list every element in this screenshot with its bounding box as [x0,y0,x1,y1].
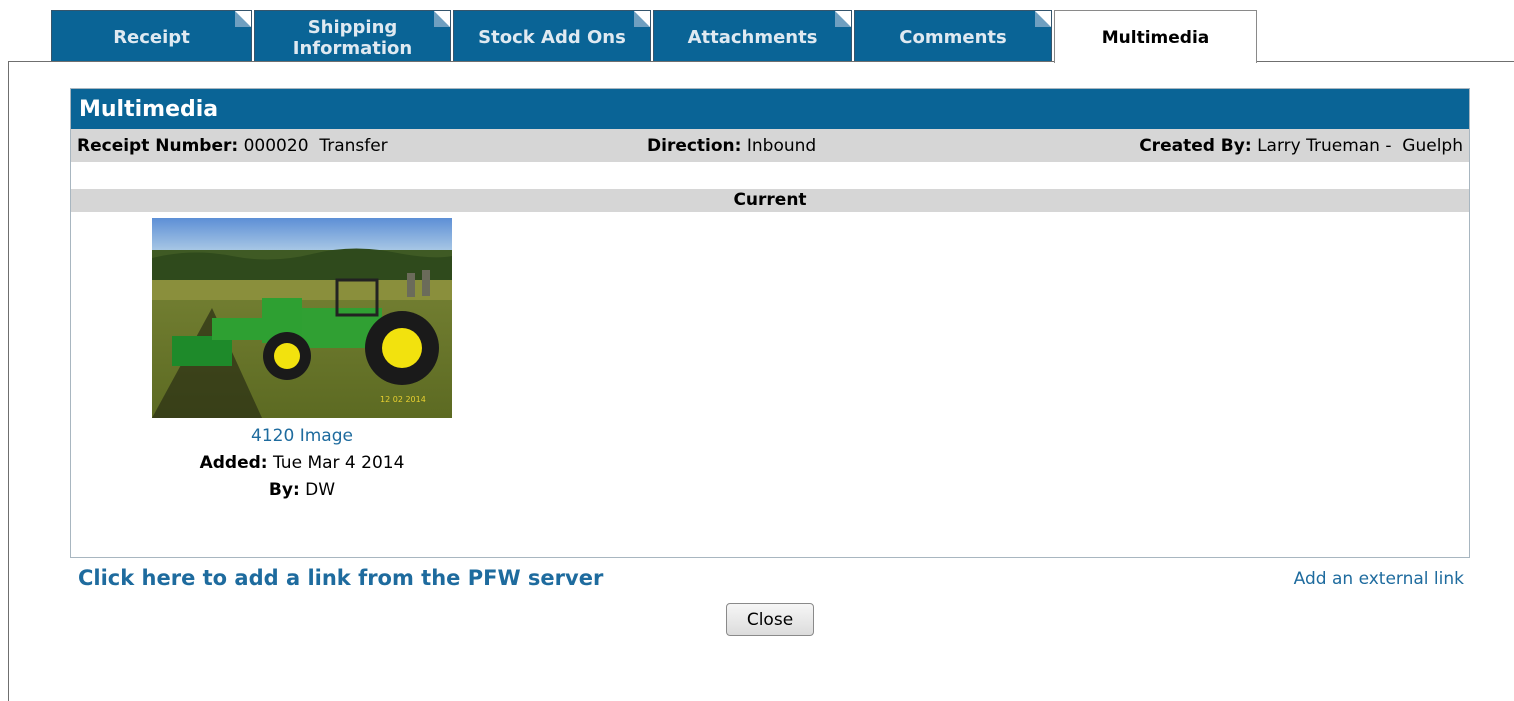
tab-stock-add-ons-label: Stock Add Ons [478,27,626,48]
media-item: 12 02 2014 4120 Image Added: Tue Mar 4 2… [152,218,452,500]
direction-value: Inbound [746,135,817,156]
added-label: Added: [199,453,268,473]
panel-title: Multimedia [71,89,1469,129]
created-by: Created By: Larry Trueman - Guelph [1139,136,1463,156]
tab-bar: Receipt Shipping Information Stock Add O… [51,10,1259,63]
current-section-header: Current [71,189,1469,212]
tab-shipping-label: Shipping Information [293,17,412,59]
created-by-label: Created By: [1139,135,1252,156]
by-label: By: [268,480,300,500]
multimedia-panel: Multimedia Receipt Number: 000020 Transf… [70,88,1470,558]
tab-corner-fold [235,11,251,27]
add-external-link[interactable]: Add an external link [1294,569,1464,589]
tractor-image-thumbnail[interactable]: 12 02 2014 [152,218,452,418]
tab-shipping-information[interactable]: Shipping Information [254,10,451,62]
tab-shipping-label-line2: Information [292,37,413,59]
receipt-number-label: Receipt Number: [77,135,239,156]
close-button[interactable]: Close [726,603,814,636]
media-by: By: DW [152,480,452,500]
tab-shipping-label-line1: Shipping [307,16,398,38]
direction-label: Direction: [647,135,742,156]
tab-attachments[interactable]: Attachments [653,10,852,62]
tab-attachments-label: Attachments [687,27,818,48]
thumb-date-stamp: 12 02 2014 [380,395,426,404]
tab-corner-fold [434,11,450,27]
tab-receipt-label: Receipt [113,27,190,48]
tab-multimedia[interactable]: Multimedia [1054,10,1257,63]
tab-corner-fold [835,11,851,27]
direction: Direction: Inbound [647,136,816,156]
by-value: DW [305,480,336,500]
spacer-row [71,162,1469,189]
media-caption-link[interactable]: 4120 Image [152,426,452,446]
tab-multimedia-label: Multimedia [1101,27,1210,48]
tab-stock-add-ons[interactable]: Stock Add Ons [453,10,651,62]
added-value: Tue Mar 4 2014 [273,453,405,473]
add-pfw-server-link[interactable]: Click here to add a link from the PFW se… [78,566,603,590]
tab-corner-fold [1035,11,1051,27]
receipt-number: Receipt Number: 000020 Transfer [77,136,388,156]
tab-comments[interactable]: Comments [854,10,1052,62]
receipt-info-row: Receipt Number: 000020 Transfer Directio… [71,129,1469,162]
receipt-number-value: 000020 Transfer [243,135,388,156]
tab-receipt[interactable]: Receipt [51,10,252,62]
created-by-value: Larry Trueman - Guelph [1257,135,1463,156]
tab-corner-fold [634,11,650,27]
tab-comments-label: Comments [899,27,1007,48]
media-added: Added: Tue Mar 4 2014 [152,453,452,473]
